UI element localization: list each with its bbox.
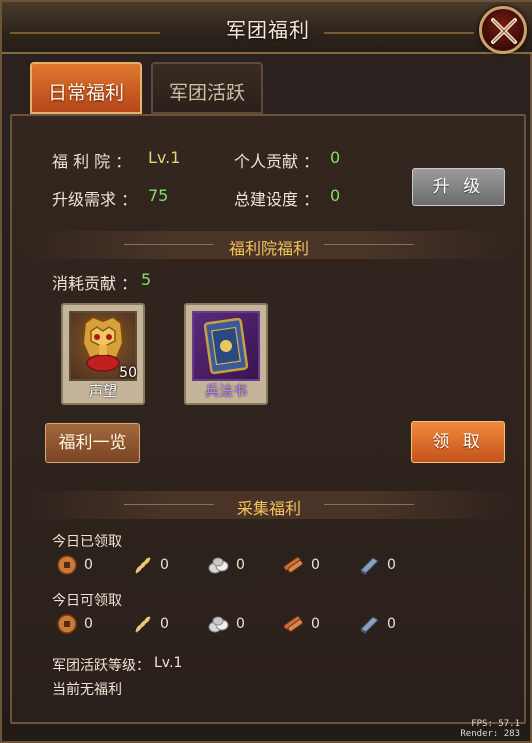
claimed-iron-value: 0	[387, 557, 396, 573]
claimable-today-label: 今日可领取	[52, 593, 122, 609]
activity-level-label: 军团活跃等级：	[52, 658, 150, 674]
welfare-list-button[interactable]: 福利一览	[45, 423, 140, 463]
personal-contribution-value: 0	[330, 148, 341, 167]
render-readout: Render: 283	[460, 729, 520, 739]
claimed-wood-value: 0	[311, 557, 320, 573]
hall-welfare-header: 福利院福利	[24, 231, 514, 259]
guild-welfare-window: 军团福利 日常福利 军团活跃 福 利 院 ： Lv.1 个人贡献 ： 0 升级需…	[0, 0, 532, 743]
claimed-wheat-value: 0	[160, 557, 169, 573]
upgrade-requirement-value: 75	[148, 186, 169, 205]
gather-welfare-header: 采集福利	[24, 491, 514, 519]
wheat-icon	[135, 616, 151, 633]
claimable-iron-value: 0	[387, 616, 396, 632]
wood-icon	[283, 556, 303, 573]
claimable-coin-value: 0	[84, 616, 93, 632]
stone-icon	[208, 616, 229, 633]
item-name: 声望	[89, 384, 117, 400]
claimed-today-label: 今日已领取	[52, 534, 122, 550]
stone-icon	[208, 557, 229, 574]
claimed-coin-value: 0	[84, 557, 93, 573]
crossed-swords-close-icon	[491, 18, 517, 44]
title-bar: 军团福利	[2, 2, 532, 54]
claimable-wheat-value: 0	[160, 616, 169, 632]
fps-readout: FPS: 57.1	[471, 719, 520, 729]
close-button[interactable]	[479, 6, 527, 54]
reward-item-prestige[interactable]: 50 声望	[61, 303, 145, 405]
debug-overlay: FPS: 57.1 Render: 283	[460, 719, 520, 739]
activity-level-value: Lv.1	[154, 655, 183, 671]
hall-level-value: Lv.1	[148, 148, 181, 167]
total-construction-label: 总建设度 ：	[234, 190, 320, 209]
iron-icon	[360, 616, 379, 634]
upgrade-requirement-label: 升级需求 ：	[52, 190, 138, 209]
cost-value: 5	[141, 270, 152, 289]
tab-daily-welfare[interactable]: 日常福利	[30, 62, 142, 114]
claimable-stone-value: 0	[236, 616, 245, 632]
personal-contribution-label: 个人贡献 ：	[234, 152, 320, 171]
total-construction-value: 0	[330, 186, 341, 205]
upgrade-button[interactable]: 升 级	[412, 168, 505, 206]
gather-welfare-title: 采集福利	[236, 499, 301, 518]
item-slot	[192, 311, 260, 381]
cost-label: 消耗贡献 ：	[52, 274, 138, 293]
tab-guild-activity[interactable]: 军团活跃	[151, 62, 263, 114]
coin-icon	[57, 614, 77, 634]
strategy-book-icon	[203, 317, 249, 375]
wood-icon	[283, 615, 303, 632]
claimable-wood-value: 0	[311, 616, 320, 632]
claimed-stone-value: 0	[236, 557, 245, 573]
claim-button[interactable]: 领 取	[411, 421, 505, 463]
item-count: 50	[119, 365, 137, 381]
reward-item-strategy-book[interactable]: 兵法书	[184, 303, 268, 405]
wheat-icon	[135, 557, 151, 574]
hall-level-label: 福 利 院 ：	[52, 152, 132, 171]
hall-welfare-title: 福利院福利	[228, 239, 309, 258]
item-name: 兵法书	[205, 384, 247, 400]
coin-icon	[57, 555, 77, 575]
iron-icon	[360, 557, 379, 575]
no-welfare-status: 当前无福利	[52, 682, 122, 698]
window-title: 军团福利	[226, 18, 310, 42]
